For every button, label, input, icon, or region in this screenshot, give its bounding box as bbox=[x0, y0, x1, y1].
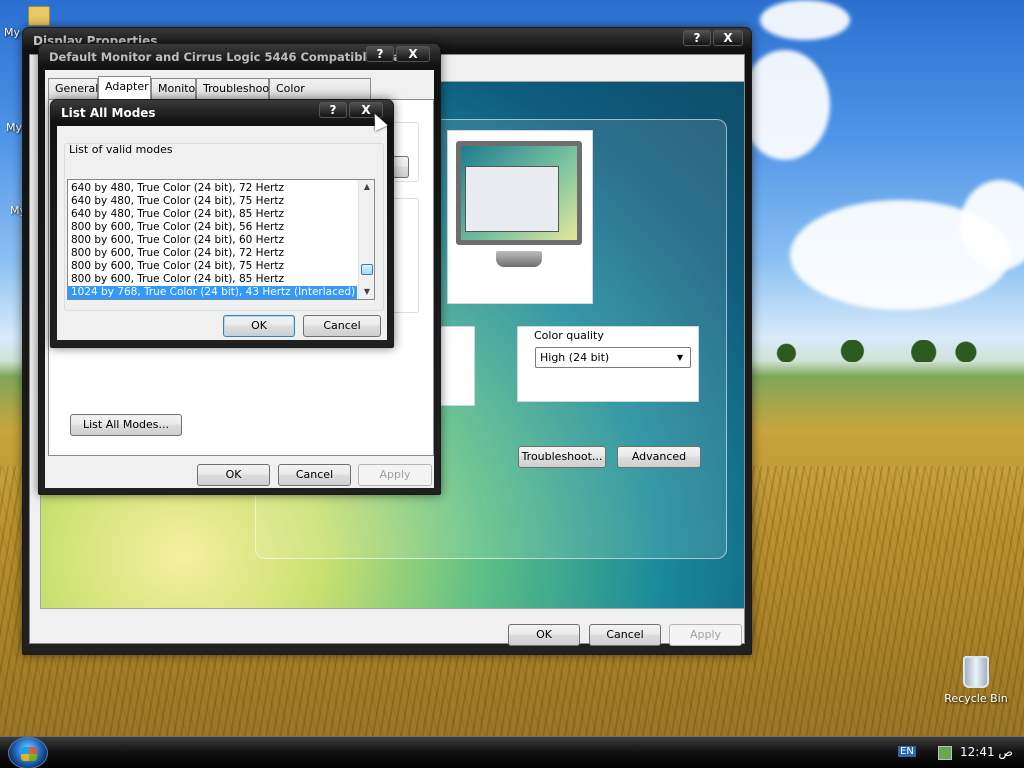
help-button[interactable]: ? bbox=[366, 46, 394, 62]
display-properties-cancel-button[interactable]: Cancel bbox=[589, 624, 661, 646]
mode-list-item[interactable]: 1024 by 768, True Color (24 bit), 43 Her… bbox=[68, 286, 357, 299]
display-properties-ok-button[interactable]: OK bbox=[508, 624, 580, 646]
adapter-ok-button[interactable]: OK bbox=[197, 464, 270, 486]
recycle-bin-label: Recycle Bin bbox=[944, 692, 1008, 705]
taskbar: EN 12:41 ص bbox=[0, 736, 1024, 768]
monitor-screen bbox=[456, 141, 582, 245]
tab-strip: General Adapter Monitor Troubleshoot Col… bbox=[48, 76, 434, 114]
valid-modes-listbox[interactable]: 640 by 480, True Color (24 bit), 72 Hert… bbox=[67, 179, 375, 300]
close-button[interactable]: X bbox=[396, 46, 430, 62]
mode-list-item[interactable]: 640 by 480, True Color (24 bit), 75 Hert… bbox=[68, 195, 357, 208]
adapter-apply-button[interactable]: Apply bbox=[358, 464, 432, 486]
list-all-modes-client: List of valid modes 640 by 480, True Col… bbox=[57, 126, 387, 340]
clock[interactable]: 12:41 ص bbox=[960, 745, 1013, 759]
scroll-up-icon[interactable]: ▲ bbox=[359, 180, 374, 194]
tab-troubleshoot[interactable]: Troubleshoot bbox=[196, 78, 273, 99]
monitor-screen-window bbox=[465, 166, 559, 232]
vertical-scrollbar[interactable]: ▲ ▼ bbox=[358, 180, 374, 299]
language-indicator[interactable]: EN bbox=[898, 746, 916, 757]
tab-general[interactable]: General bbox=[48, 78, 98, 99]
list-modes-ok-button[interactable]: OK bbox=[223, 315, 295, 337]
mode-list-item[interactable]: 800 by 600, True Color (24 bit), 72 Hert… bbox=[68, 247, 357, 260]
mode-list-item[interactable]: 800 by 600, True Color (24 bit), 85 Hert… bbox=[68, 273, 357, 286]
scroll-thumb[interactable] bbox=[361, 264, 373, 275]
adapter-properties-titlebar[interactable]: Default Monitor and Cirrus Logic 5446 Co… bbox=[45, 44, 434, 70]
network-icon[interactable] bbox=[938, 746, 952, 760]
folder-icon bbox=[28, 6, 50, 26]
recycle-bin-icon-button[interactable]: Recycle Bin bbox=[944, 656, 1008, 705]
windows-orb-icon bbox=[21, 747, 37, 761]
mode-list-item[interactable]: 800 by 600, True Color (24 bit), 60 Hert… bbox=[68, 234, 357, 247]
list-all-modes-titlebar[interactable]: List All Modes ? X bbox=[57, 100, 387, 126]
troubleshoot-button[interactable]: Troubleshoot... bbox=[518, 446, 606, 468]
close-button[interactable]: X bbox=[713, 30, 743, 46]
valid-modes-label: List of valid modes bbox=[69, 143, 173, 156]
color-quality-group: Color quality High (24 bit) ▼ bbox=[517, 326, 699, 402]
scroll-down-icon[interactable]: ▼ bbox=[359, 285, 374, 299]
list-all-modes-window: List All Modes ? X List of valid modes 6… bbox=[50, 99, 394, 348]
display-properties-apply-button[interactable]: Apply bbox=[669, 624, 742, 646]
window-title: Default Monitor and Cirrus Logic 5446 Co… bbox=[49, 50, 415, 64]
tab-monitor[interactable]: Monitor bbox=[151, 78, 200, 99]
monitor-preview bbox=[447, 130, 593, 304]
tab-adapter[interactable]: Adapter bbox=[98, 76, 151, 99]
chevron-down-icon: ▼ bbox=[676, 353, 684, 362]
mode-list-item[interactable]: 800 by 600, True Color (24 bit), 75 Hert… bbox=[68, 260, 357, 273]
desktop-icon-my-computer[interactable]: My bbox=[6, 121, 22, 134]
window-title: List All Modes bbox=[61, 106, 156, 120]
help-button[interactable]: ? bbox=[683, 30, 711, 46]
desktop-icon-label: My bbox=[4, 26, 21, 39]
desktop-icon-label: My bbox=[6, 121, 23, 134]
mode-list-item[interactable]: 640 by 480, True Color (24 bit), 72 Hert… bbox=[68, 182, 357, 195]
modes-list: 640 by 480, True Color (24 bit), 72 Hert… bbox=[68, 182, 357, 299]
color-quality-dropdown[interactable]: High (24 bit) ▼ bbox=[535, 347, 691, 368]
color-quality-value: High (24 bit) bbox=[540, 351, 610, 364]
list-modes-cancel-button[interactable]: Cancel bbox=[303, 315, 381, 337]
mode-list-item[interactable]: 800 by 600, True Color (24 bit), 56 Hert… bbox=[68, 221, 357, 234]
recycle-bin-icon bbox=[963, 656, 989, 688]
color-quality-label: Color quality bbox=[532, 329, 606, 342]
advanced-button[interactable]: Advanced bbox=[617, 446, 701, 468]
tab-color-management[interactable]: Color Management bbox=[269, 78, 371, 114]
start-button[interactable] bbox=[8, 737, 48, 768]
adapter-cancel-button[interactable]: Cancel bbox=[278, 464, 351, 486]
help-button[interactable]: ? bbox=[319, 102, 347, 118]
mode-list-item[interactable]: 640 by 480, True Color (24 bit), 85 Hert… bbox=[68, 208, 357, 221]
monitor-stand bbox=[496, 251, 542, 267]
list-all-modes-button[interactable]: List All Modes... bbox=[70, 414, 182, 436]
